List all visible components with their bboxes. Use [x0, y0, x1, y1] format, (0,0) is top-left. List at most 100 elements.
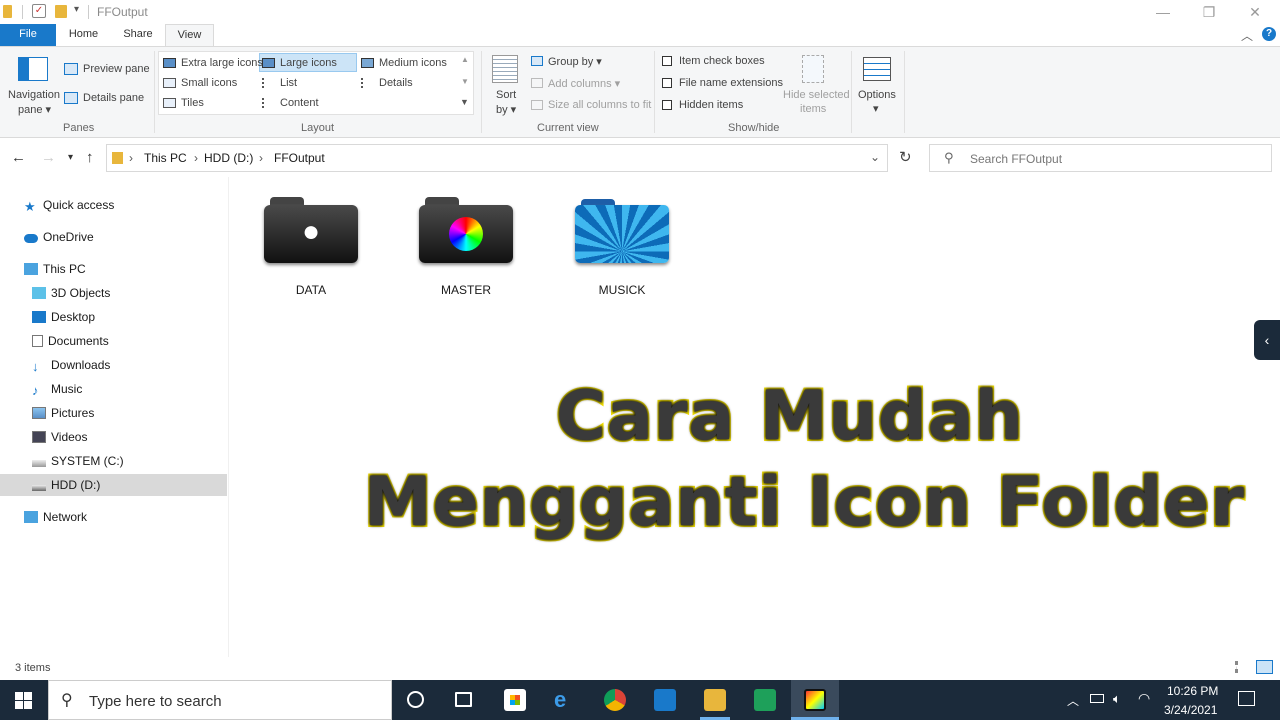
breadcrumb-hdd[interactable]: HDD (D:) [204, 151, 253, 165]
forward-arrow-icon[interactable]: → [41, 149, 56, 166]
folder-item[interactable]: MUSICK [567, 197, 677, 297]
folder-item[interactable]: ● DATA [256, 197, 366, 297]
hide-selected-items-button[interactable]: Hide selected [783, 89, 850, 101]
layout-tiles[interactable]: Tiles [181, 97, 204, 109]
sort-by-button[interactable]: Sort [496, 89, 516, 101]
side-panel-toggle-button[interactable]: ‹ [1254, 320, 1280, 360]
options-dropdown-icon[interactable]: ▾ [873, 102, 879, 115]
sort-icon [492, 55, 518, 83]
chevron-up-icon[interactable]: ︿ [1241, 27, 1253, 44]
preview-pane-icon [64, 63, 78, 75]
scroll-up-icon[interactable]: ▲ [461, 55, 469, 64]
options-button[interactable]: Options [858, 89, 896, 101]
details-view-icon[interactable] [1235, 661, 1249, 673]
store-icon[interactable] [504, 689, 526, 711]
navigation-pane-dropdown[interactable]: pane ▾ [18, 103, 51, 116]
nav-item-downloads[interactable]: ↓ Downloads [32, 354, 222, 376]
layout-extra-large-icons[interactable]: Extra large icons [181, 57, 263, 69]
volume-icon[interactable]: 🔈︎ [1113, 691, 1121, 707]
file-name-extensions-checkbox[interactable] [662, 78, 672, 88]
details-pane-button[interactable]: Details pane [83, 92, 144, 104]
nav-item-this-pc[interactable]: This PC [24, 258, 224, 280]
up-arrow-icon[interactable]: ↑ [86, 149, 94, 166]
qat-dropdown-icon[interactable]: ▾ [74, 4, 79, 15]
nav-item-onedrive[interactable]: OneDrive [24, 226, 224, 248]
show-hide-group-label: Show/hide [728, 122, 780, 134]
nav-item-videos[interactable]: Videos [32, 426, 222, 448]
layout-large-icons[interactable]: Large icons [280, 57, 337, 69]
folder-item[interactable]: MASTER [411, 197, 521, 297]
nav-item-3d-objects[interactable]: 3D Objects [32, 282, 222, 304]
address-box[interactable]: › This PC › HDD (D:) › FFOutput ⌄ [106, 144, 888, 172]
notification-icon[interactable] [1238, 691, 1255, 706]
windows-start-icon[interactable] [15, 692, 32, 709]
clock-date[interactable]: 3/24/2021 [1164, 703, 1217, 717]
chevron-down-icon[interactable]: ⌄ [870, 150, 880, 164]
hidden-items-checkbox[interactable] [662, 100, 672, 110]
layout-content[interactable]: Content [280, 97, 319, 109]
group-by-button[interactable]: Group by ▾ [548, 55, 602, 68]
navigation-pane-icon[interactable] [18, 57, 48, 81]
preview-pane-button[interactable]: Preview pane [83, 63, 150, 75]
search-box[interactable]: ⚲ Search FFOutput [929, 144, 1272, 172]
task-view-icon[interactable] [455, 692, 472, 707]
search-input[interactable]: Search FFOutput [970, 152, 1062, 166]
close-button[interactable]: ✕ [1232, 0, 1278, 24]
large-icons-view-icon[interactable] [1256, 660, 1273, 674]
expand-gallery-icon[interactable]: ▼ [460, 97, 469, 107]
options-icon [863, 57, 891, 81]
hide-selected-items-button-line2: items [800, 103, 827, 115]
properties-icon[interactable]: ✓ [32, 4, 46, 18]
mail-icon[interactable] [654, 689, 676, 711]
tab-home[interactable]: Home [56, 24, 111, 46]
battery-icon[interactable] [1090, 694, 1104, 703]
file-explorer-icon[interactable] [704, 689, 726, 711]
nav-item-pictures[interactable]: Pictures [32, 402, 222, 424]
layout-details[interactable]: Details [379, 77, 413, 89]
folder-label: DATA [295, 283, 327, 297]
green-app-icon[interactable] [754, 689, 776, 711]
navigation-pane-button[interactable]: Navigation [8, 89, 60, 101]
new-folder-icon[interactable] [55, 5, 67, 18]
chevron-right-icon[interactable]: › [194, 151, 198, 165]
nav-item-documents[interactable]: Documents [32, 330, 222, 352]
chevron-up-icon[interactable]: ︿ [1067, 692, 1079, 709]
layout-medium-icons[interactable]: Medium icons [379, 57, 447, 69]
nav-item-hdd-d[interactable]: HDD (D:) [0, 474, 227, 496]
wifi-icon[interactable]: ◠ [1138, 690, 1150, 707]
layout-list[interactable]: List [280, 77, 297, 89]
add-columns-button[interactable]: Add columns ▾ [548, 77, 620, 90]
chevron-right-icon[interactable]: › [259, 151, 263, 165]
format-factory-icon[interactable] [804, 689, 826, 711]
nav-item-network[interactable]: Network [24, 506, 224, 528]
help-icon[interactable]: ? [1262, 27, 1276, 41]
back-arrow-icon[interactable]: ← [11, 149, 26, 166]
size-all-columns-button[interactable]: Size all columns to fit [548, 99, 651, 111]
chevron-right-icon[interactable]: › [129, 151, 133, 165]
refresh-icon[interactable]: ↻ [899, 148, 912, 166]
nav-item-desktop[interactable]: Desktop [32, 306, 222, 328]
cortana-icon[interactable] [407, 691, 424, 708]
item-check-boxes-checkbox[interactable] [662, 56, 672, 66]
chrome-icon[interactable] [604, 689, 626, 711]
file-list: ● DATA MASTER MUSICK Cara Mudah Menggant… [230, 177, 1280, 657]
recent-locations-icon[interactable]: ▾ [68, 152, 73, 163]
tab-file[interactable]: File [0, 24, 56, 46]
hide-selected-icon [802, 55, 824, 83]
minimize-button[interactable]: — [1140, 0, 1186, 24]
maximize-button[interactable]: ❐ [1186, 0, 1232, 24]
edge-icon[interactable]: e [554, 689, 576, 711]
scroll-down-icon[interactable]: ▼ [461, 77, 469, 86]
layout-small-icons[interactable]: Small icons [181, 77, 237, 89]
tab-view[interactable]: View [165, 24, 214, 47]
tab-share[interactable]: Share [111, 24, 165, 46]
taskbar-search-input[interactable]: Type here to search [89, 693, 222, 710]
breadcrumb-this-pc[interactable]: This PC [144, 151, 187, 165]
nav-item-quick-access[interactable]: ★ Quick access [24, 194, 224, 216]
nav-item-music[interactable]: ♪ Music [32, 378, 222, 400]
taskbar-search-box[interactable]: ⚲ Type here to search [48, 680, 392, 720]
nav-item-system-c[interactable]: SYSTEM (C:) [32, 450, 222, 472]
clock-time[interactable]: 10:26 PM [1167, 684, 1218, 698]
breadcrumb-ffoutput[interactable]: FFOutput [274, 151, 325, 165]
sort-by-dropdown[interactable]: by ▾ [496, 103, 516, 116]
